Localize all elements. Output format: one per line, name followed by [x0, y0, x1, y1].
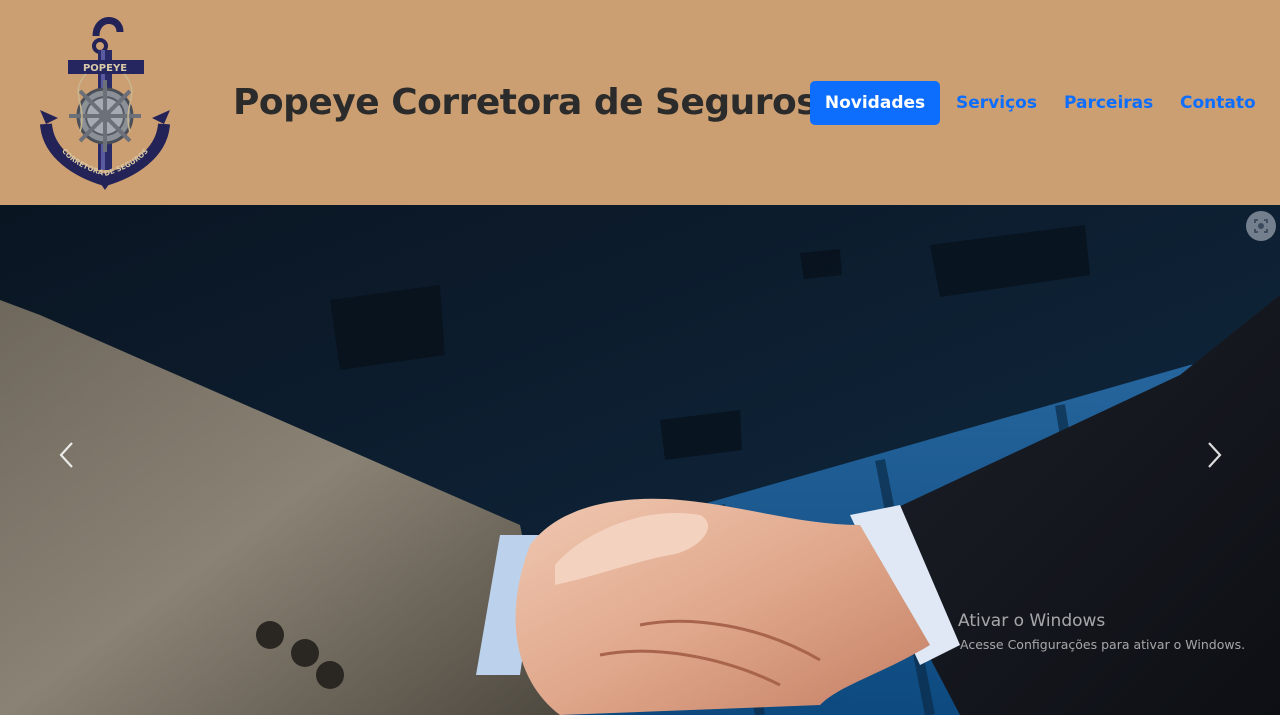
hero-carousel: Ativar o Windows Acesse Configurações pa…	[0, 205, 1280, 715]
site-header: POPEYE CORRETORA DE SEGUROS Popeye Corre…	[0, 0, 1280, 205]
watermark-subtitle: Acesse Configurações para ativar o Windo…	[960, 637, 1246, 652]
nav-item-servicos[interactable]: Serviços	[956, 81, 1037, 125]
logo-top-text: POPEYE	[83, 63, 127, 74]
site-title: Popeye Corretora de Seguros	[233, 82, 818, 123]
watermark-title: Ativar o Windows	[958, 611, 1106, 631]
nav-item-parceiras[interactable]: Parceiras	[1064, 81, 1153, 125]
chevron-right-icon[interactable]	[1199, 435, 1229, 475]
nav-item-novidades[interactable]: Novidades	[810, 81, 940, 125]
anchor-logo[interactable]: POPEYE CORRETORA DE SEGUROS	[38, 14, 172, 192]
chevron-left-icon[interactable]	[52, 435, 82, 475]
visual-search-icon[interactable]	[1246, 211, 1276, 241]
nav-item-contato[interactable]: Contato	[1180, 81, 1256, 125]
windows-activation-watermark: Ativar o Windows Acesse Configurações pa…	[958, 611, 1246, 652]
